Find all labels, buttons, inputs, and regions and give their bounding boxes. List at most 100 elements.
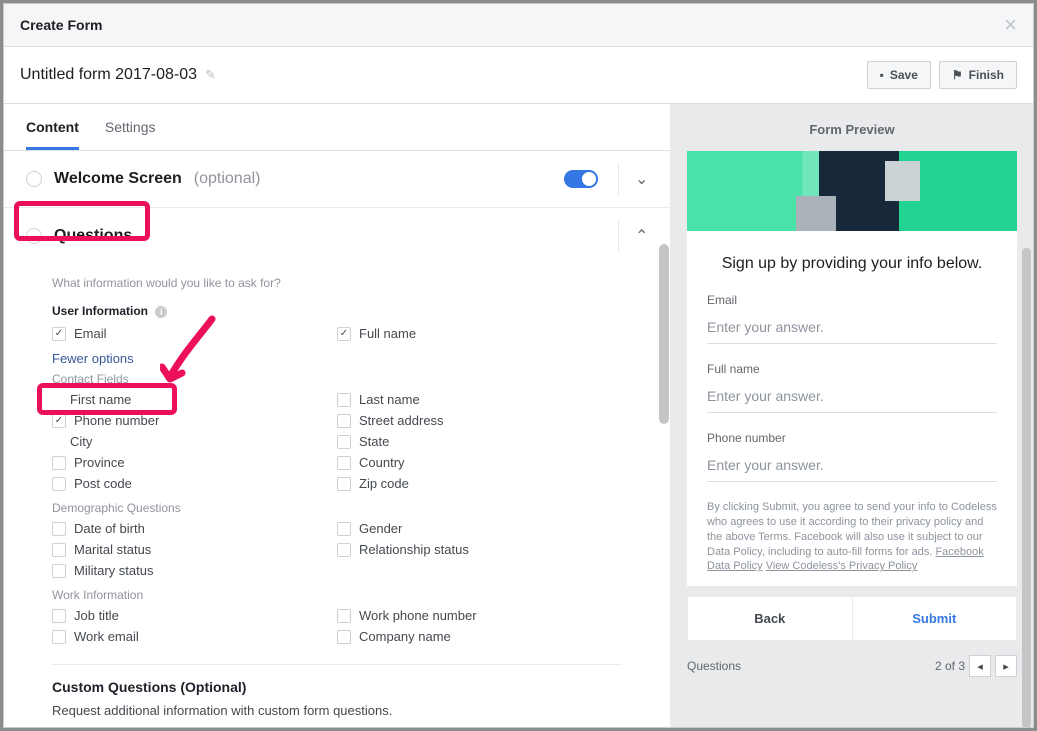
chk-street[interactable]: Street address — [337, 413, 622, 428]
preview-input-phone[interactable] — [707, 451, 997, 482]
pager-count: 2 of 3 — [935, 659, 965, 673]
chk-relationship[interactable]: Relationship status — [337, 542, 622, 557]
questions-helper: What information would you like to ask f… — [52, 276, 622, 290]
user-info-head: User Information i — [52, 304, 622, 318]
chevron-up-icon[interactable]: ⌃ — [618, 220, 648, 252]
form-title: Untitled form 2017-08-03 — [20, 66, 197, 84]
preview-label-fullname: Full name — [707, 362, 997, 376]
form-preview-title: Form Preview — [671, 104, 1033, 151]
checkbox-icon — [337, 456, 351, 470]
chk-phone-number[interactable]: Phone number — [52, 413, 337, 428]
preview-input-fullname[interactable] — [707, 382, 997, 413]
finish-label: Finish — [969, 68, 1004, 82]
chk-first-name[interactable]: First name — [70, 392, 337, 407]
fewer-options-link[interactable]: Fewer options — [52, 351, 622, 366]
form-title-row: Untitled form 2017-08-03 ✎ ▪ Save ⚑ Fini… — [4, 47, 1033, 104]
checkbox-icon — [337, 609, 351, 623]
pager-label: Questions — [687, 659, 741, 673]
demo-label: Demographic Questions — [52, 501, 622, 515]
preview-submit-button[interactable]: Submit — [853, 597, 1017, 640]
scrollbar[interactable] — [1022, 248, 1031, 727]
section-questions-title: Questions — [54, 227, 132, 245]
welcome-toggle[interactable] — [564, 170, 598, 188]
chk-postcode[interactable]: Post code — [52, 476, 337, 491]
chk-last-name[interactable]: Last name — [337, 392, 622, 407]
modal-header: Create Form × — [4, 4, 1033, 47]
preview-disclaimer: By clicking Submit, you agree to send yo… — [707, 500, 997, 574]
preview-back-button[interactable]: Back — [688, 597, 853, 640]
chk-fullname[interactable]: Full name — [337, 326, 622, 341]
chk-jobtitle[interactable]: Job title — [52, 608, 337, 623]
chk-dob[interactable]: Date of birth — [52, 521, 337, 536]
custom-q-sub: Request additional information with cust… — [52, 703, 622, 718]
chk-email[interactable]: Email — [52, 326, 337, 341]
left-pane: Content Settings Welcome Screen (optiona… — [4, 104, 671, 727]
checkbox-icon — [52, 564, 66, 578]
radio-icon — [26, 228, 42, 244]
contact-fields-label: Contact Fields — [52, 372, 622, 386]
preview-input-email[interactable] — [707, 313, 997, 344]
info-icon[interactable]: i — [155, 306, 167, 318]
create-form-modal: Create Form × Untitled form 2017-08-03 ✎… — [3, 3, 1034, 728]
chk-zip[interactable]: Zip code — [337, 476, 622, 491]
tab-content[interactable]: Content — [26, 104, 79, 150]
radio-icon — [26, 171, 42, 187]
save-label: Save — [890, 68, 918, 82]
preview-pager: Questions 2 of 3 ◂ ▸ — [687, 641, 1017, 687]
checkbox-icon — [52, 522, 66, 536]
checkbox-icon — [337, 435, 351, 449]
checkbox-icon — [52, 327, 66, 341]
chk-country[interactable]: Country — [337, 455, 622, 470]
checkbox-icon — [52, 543, 66, 557]
preview-cover-image — [687, 151, 1017, 231]
checkbox-icon — [52, 630, 66, 644]
checkbox-icon — [337, 414, 351, 428]
privacy-policy-link[interactable]: View Codeless's Privacy Policy — [766, 560, 918, 572]
content-scroll[interactable]: Welcome Screen (optional) ⌄ Questions ⌃ … — [4, 151, 670, 727]
checkbox-icon — [52, 414, 66, 428]
preview-label-phone: Phone number — [707, 431, 997, 445]
save-button[interactable]: ▪ Save — [867, 61, 931, 89]
preview-label-email: Email — [707, 293, 997, 307]
chk-city[interactable]: City — [70, 434, 337, 449]
edit-title-icon[interactable]: ✎ — [205, 67, 216, 83]
checkbox-icon — [52, 609, 66, 623]
chk-gender[interactable]: Gender — [337, 521, 622, 536]
checkbox-icon — [337, 393, 351, 407]
pager-next-button[interactable]: ▸ — [995, 655, 1017, 677]
chk-province[interactable]: Province — [52, 455, 337, 470]
chk-workemail[interactable]: Work email — [52, 629, 337, 644]
tab-settings[interactable]: Settings — [105, 104, 156, 150]
checkbox-icon — [337, 477, 351, 491]
custom-q-head: Custom Questions (Optional) — [52, 679, 622, 695]
pager-prev-button[interactable]: ◂ — [969, 655, 991, 677]
preview-headline: Sign up by providing your info below. — [707, 255, 997, 273]
section-welcome[interactable]: Welcome Screen (optional) ⌄ — [4, 151, 670, 208]
preview-card: Sign up by providing your info below. Em… — [687, 231, 1017, 586]
section-welcome-title: Welcome Screen — [54, 170, 182, 188]
checkbox-icon — [52, 477, 66, 491]
tabs: Content Settings — [4, 104, 670, 151]
chk-state[interactable]: State — [337, 434, 622, 449]
section-welcome-opt: (optional) — [194, 170, 261, 188]
chk-marital[interactable]: Marital status — [52, 542, 337, 557]
checkbox-icon — [337, 327, 351, 341]
chk-company[interactable]: Company name — [337, 629, 622, 644]
checkbox-icon — [52, 456, 66, 470]
chevron-down-icon[interactable]: ⌄ — [618, 163, 648, 195]
finish-icon: ⚑ — [952, 68, 963, 82]
preview-pane: Form Preview Sign up by providing your i… — [671, 104, 1033, 727]
preview-actions: Back Submit — [687, 596, 1017, 641]
chk-military[interactable]: Military status — [52, 563, 337, 578]
finish-button[interactable]: ⚑ Finish — [939, 61, 1017, 89]
checkbox-icon — [337, 630, 351, 644]
questions-body: What information would you like to ask f… — [4, 276, 670, 727]
modal-title: Create Form — [20, 17, 102, 33]
close-icon[interactable]: × — [1004, 18, 1017, 32]
checkbox-icon — [337, 522, 351, 536]
chk-workphone[interactable]: Work phone number — [337, 608, 622, 623]
section-questions[interactable]: Questions ⌃ — [4, 208, 670, 264]
save-icon: ▪ — [880, 68, 884, 82]
scrollbar[interactable] — [659, 244, 669, 424]
work-label: Work Information — [52, 588, 622, 602]
